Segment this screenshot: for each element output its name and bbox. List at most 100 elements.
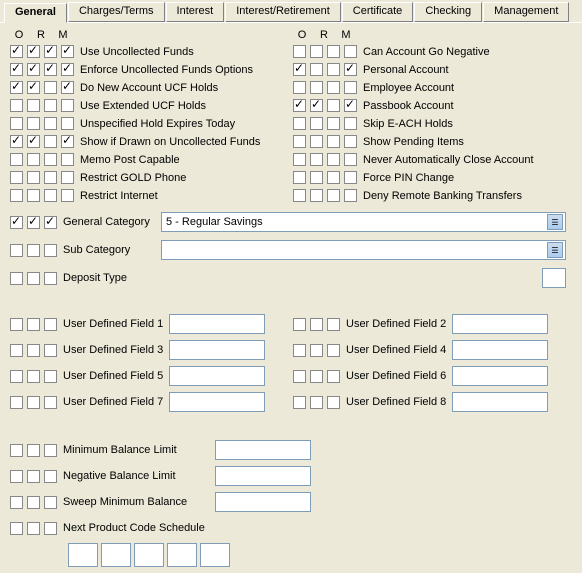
cb-opt-passbook[interactable] <box>344 99 357 112</box>
cb-m-min-bal[interactable] <box>44 444 57 457</box>
input-sched-3[interactable] <box>134 543 164 567</box>
input-sweep[interactable] <box>215 492 311 512</box>
cb-o-udf6[interactable] <box>293 370 306 383</box>
input-neg-bal[interactable] <box>215 466 311 486</box>
cb-m-udf6[interactable] <box>327 370 340 383</box>
cb-o-gold[interactable] <box>10 171 23 184</box>
cb-r-gen-cat[interactable] <box>27 216 40 229</box>
cb-o-personal[interactable] <box>293 63 306 76</box>
cb-m-pending[interactable] <box>327 135 340 148</box>
cb-o-internet[interactable] <box>10 189 23 202</box>
cb-m-gen-cat[interactable] <box>44 216 57 229</box>
input-sched-4[interactable] <box>167 543 197 567</box>
cb-o-can-neg[interactable] <box>293 45 306 58</box>
cb-m-passbook[interactable] <box>327 99 340 112</box>
cb-r-force-pin[interactable] <box>310 171 323 184</box>
cb-opt-deny-remote[interactable] <box>344 189 357 202</box>
cb-r-udf4[interactable] <box>310 344 323 357</box>
cb-opt-employee[interactable] <box>344 81 357 94</box>
cb-r-personal[interactable] <box>310 63 323 76</box>
input-udf7[interactable] <box>169 392 265 412</box>
cb-o-udf7[interactable] <box>10 396 23 409</box>
cb-opt-can-neg[interactable] <box>344 45 357 58</box>
cb-r-udf7[interactable] <box>27 396 40 409</box>
cb-m-internet[interactable] <box>44 189 57 202</box>
input-udf5[interactable] <box>169 366 265 386</box>
input-min-bal[interactable] <box>215 440 311 460</box>
cb-r-pending[interactable] <box>310 135 323 148</box>
input-udf2[interactable] <box>452 314 548 334</box>
cb-opt-unspec[interactable] <box>61 117 74 130</box>
input-udf1[interactable] <box>169 314 265 334</box>
cb-o-udf8[interactable] <box>293 396 306 409</box>
cb-r-sub-cat[interactable] <box>27 244 40 257</box>
cb-m-gold[interactable] <box>44 171 57 184</box>
cb-o-udf3[interactable] <box>10 344 23 357</box>
cb-m-never-close[interactable] <box>327 153 340 166</box>
cb-m-sub-cat[interactable] <box>44 244 57 257</box>
cb-o-unspec[interactable] <box>10 117 23 130</box>
cb-r-udf2[interactable] <box>310 318 323 331</box>
cb-r-sched[interactable] <box>27 522 40 535</box>
cb-o-deny-remote[interactable] <box>293 189 306 202</box>
cb-o-new-ucf[interactable] <box>10 81 23 94</box>
cb-o-udf4[interactable] <box>293 344 306 357</box>
cb-o-memo[interactable] <box>10 153 23 166</box>
input-udf4[interactable] <box>452 340 548 360</box>
input-udf6[interactable] <box>452 366 548 386</box>
cb-o-udf2[interactable] <box>293 318 306 331</box>
cb-m-sweep[interactable] <box>44 496 57 509</box>
cb-m-employee[interactable] <box>327 81 340 94</box>
cb-r-enforce-ucf[interactable] <box>27 63 40 76</box>
cb-opt-gold[interactable] <box>61 171 74 184</box>
cb-m-udf3[interactable] <box>44 344 57 357</box>
list-icon[interactable]: ☰ <box>547 214 563 230</box>
cb-r-can-neg[interactable] <box>310 45 323 58</box>
cb-m-personal[interactable] <box>327 63 340 76</box>
cb-r-use-uncollected[interactable] <box>27 45 40 58</box>
cb-o-sweep[interactable] <box>10 496 23 509</box>
cb-m-udf1[interactable] <box>44 318 57 331</box>
cb-m-can-neg[interactable] <box>327 45 340 58</box>
cb-o-sub-cat[interactable] <box>10 244 23 257</box>
cb-o-never-close[interactable] <box>293 153 306 166</box>
cb-m-new-ucf[interactable] <box>44 81 57 94</box>
input-sched-1[interactable] <box>68 543 98 567</box>
cb-m-sched[interactable] <box>44 522 57 535</box>
cb-opt-ext-ucf[interactable] <box>61 99 74 112</box>
cb-r-ext-ucf[interactable] <box>27 99 40 112</box>
cb-m-ext-ucf[interactable] <box>44 99 57 112</box>
cb-r-neg-bal[interactable] <box>27 470 40 483</box>
cb-r-min-bal[interactable] <box>27 444 40 457</box>
cb-o-skip[interactable] <box>293 117 306 130</box>
cb-o-pending[interactable] <box>293 135 306 148</box>
cb-opt-pending[interactable] <box>344 135 357 148</box>
cb-opt-enforce-ucf[interactable] <box>61 63 74 76</box>
cb-r-gold[interactable] <box>27 171 40 184</box>
cb-r-udf5[interactable] <box>27 370 40 383</box>
cb-m-force-pin[interactable] <box>327 171 340 184</box>
cb-opt-memo[interactable] <box>61 153 74 166</box>
cb-r-employee[interactable] <box>310 81 323 94</box>
cb-r-udf3[interactable] <box>27 344 40 357</box>
cb-o-passbook[interactable] <box>293 99 306 112</box>
cb-opt-skip[interactable] <box>344 117 357 130</box>
cb-o-udf1[interactable] <box>10 318 23 331</box>
cb-o-udf5[interactable] <box>10 370 23 383</box>
input-udf3[interactable] <box>169 340 265 360</box>
tab-certificate[interactable]: Certificate <box>342 2 414 22</box>
cb-o-employee[interactable] <box>293 81 306 94</box>
cb-r-deny-remote[interactable] <box>310 189 323 202</box>
cb-m-enforce-ucf[interactable] <box>44 63 57 76</box>
cb-r-new-ucf[interactable] <box>27 81 40 94</box>
cb-o-neg-bal[interactable] <box>10 470 23 483</box>
cb-o-ext-ucf[interactable] <box>10 99 23 112</box>
cb-r-dep-type[interactable] <box>27 272 40 285</box>
tab-management[interactable]: Management <box>483 2 569 22</box>
cb-m-udf4[interactable] <box>327 344 340 357</box>
cb-opt-personal[interactable] <box>344 63 357 76</box>
tab-general[interactable]: General <box>4 3 67 23</box>
cb-m-use-uncollected[interactable] <box>44 45 57 58</box>
cb-m-show-drawn[interactable] <box>44 135 57 148</box>
cb-o-show-drawn[interactable] <box>10 135 23 148</box>
